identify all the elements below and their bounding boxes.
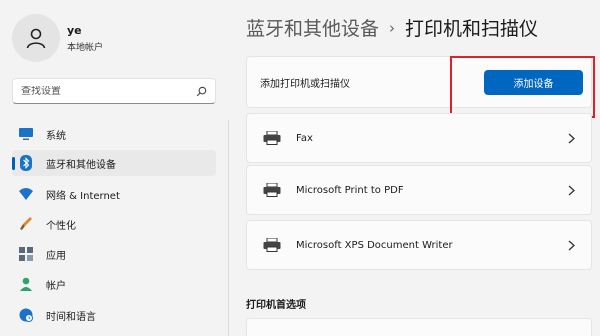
active-indicator [12,157,15,170]
sidebar-item-bluetooth[interactable]: 蓝牙和其他设备 [12,150,216,176]
add-printer-label: 添加打印机或扫描仪 [260,78,350,90]
breadcrumb: 蓝牙和其他设备 › 打印机和扫描仪 [246,14,538,41]
person-icon [18,276,34,292]
printer-row-xps-writer[interactable]: Microsoft XPS Document Writer [246,220,592,270]
printer-row-fax[interactable]: Fax [246,113,592,163]
apps-icon [18,246,34,262]
breadcrumb-parent[interactable]: 蓝牙和其他设备 [246,14,379,41]
user-name: ye [67,24,82,37]
highlight-annotation [450,56,595,118]
sidebar-divider [228,120,229,336]
sidebar-item-apps[interactable]: 应用 [12,241,216,267]
printer-name: Microsoft Print to PDF [296,184,404,196]
sidebar-item-system[interactable]: 系统 [12,121,216,147]
wifi-icon [18,186,34,202]
sidebar-item-label: 网络 & Internet [46,190,120,202]
sidebar-item-network[interactable]: 网络 & Internet [12,181,216,207]
sidebar-item-label: 系统 [46,130,66,142]
printer-name: Fax [296,132,313,144]
sidebar: ye 本地帐户 系统 蓝牙和其他设备 网络 & Internet 个性化 [0,0,228,336]
sidebar-item-label: 蓝牙和其他设备 [46,159,116,171]
search-icon[interactable] [196,86,207,97]
printer-icon [262,130,282,146]
chevron-right-icon [565,133,577,144]
sidebar-item-time-language[interactable]: 时间和语言 [12,302,216,328]
sidebar-item-label: 个性化 [46,220,76,232]
preferences-card[interactable] [246,318,592,336]
search-input[interactable] [21,85,196,97]
globe-clock-icon [18,307,34,323]
search-box[interactable] [12,78,216,104]
printer-icon [262,182,282,198]
printer-icon [262,237,282,253]
avatar[interactable] [12,14,60,62]
person-icon [26,28,46,49]
breadcrumb-separator: › [389,18,396,37]
sidebar-item-accounts[interactable]: 帐户 [12,271,216,297]
printer-name: Microsoft XPS Document Writer [296,239,453,251]
monitor-icon [18,126,34,142]
sidebar-item-label: 应用 [46,250,66,262]
brush-icon [18,216,34,232]
bluetooth-icon [18,155,34,171]
sidebar-item-label: 帐户 [46,280,66,292]
page-title: 打印机和扫描仪 [405,18,539,40]
chevron-right-icon [565,185,577,196]
chevron-right-icon [565,240,577,251]
section-title-printer-preferences: 打印机首选项 [246,300,306,311]
printer-row-print-to-pdf[interactable]: Microsoft Print to PDF [246,165,592,215]
sidebar-item-label: 时间和语言 [46,311,96,323]
sidebar-item-personalization[interactable]: 个性化 [12,211,216,237]
account-type: 本地帐户 [67,43,104,53]
